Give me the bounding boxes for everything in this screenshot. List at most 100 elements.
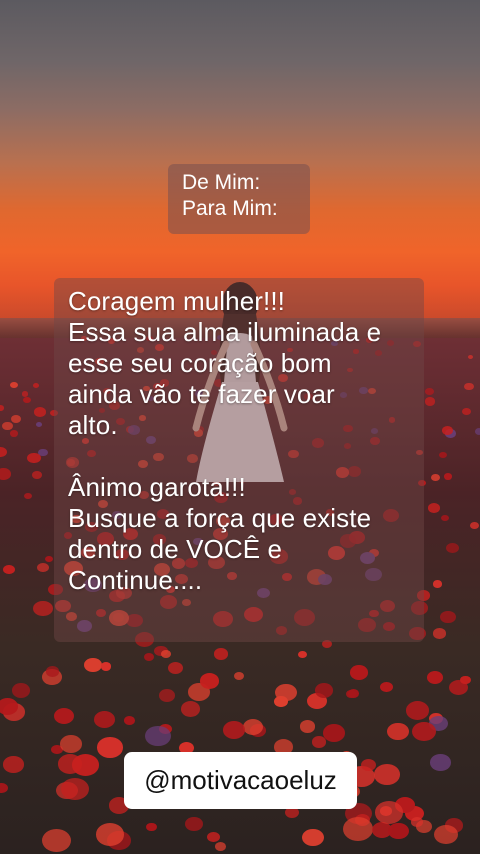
message-line: Coragem mulher!!! [68, 286, 285, 316]
poppy-flower [0, 782, 8, 794]
poppy-flower [439, 451, 447, 458]
poppy-flower [350, 665, 369, 680]
poppy-flower [59, 735, 83, 754]
header-note: De Mim: Para Mim: [168, 164, 310, 234]
poppy-flower [440, 514, 449, 521]
poppy-flower [374, 801, 404, 825]
poppy-flower [467, 354, 474, 360]
poppy-flower [431, 473, 440, 481]
poppy-flower [32, 600, 53, 617]
poppy-flower [146, 822, 157, 832]
poppy-flower [199, 673, 220, 689]
poppy-flower [23, 397, 32, 404]
poppy-flower [464, 382, 474, 391]
poppy-flower [97, 737, 123, 758]
poppy-flower [469, 521, 479, 529]
poppy-flower [460, 675, 471, 684]
header-note-line1: De Mim: [182, 171, 261, 194]
poppy-flower [0, 405, 4, 411]
poppy-flower [441, 425, 454, 435]
poppy-flower [215, 842, 227, 852]
poppy-flower [180, 701, 200, 717]
poppy-flower [462, 408, 472, 416]
poppy-flower [213, 648, 229, 660]
poppy-flower [53, 707, 75, 725]
poppy-flower [32, 383, 39, 389]
poppy-flower [41, 828, 71, 853]
poppy-flower [144, 725, 171, 747]
poppy-flower [360, 759, 377, 772]
poppy-flower [434, 825, 459, 845]
poppy-flower [37, 562, 50, 573]
message-line: esse seu coração bom [68, 348, 332, 378]
message-text: Coragem mulher!!! Essa sua alma iluminad… [68, 286, 428, 596]
poppy-flower [185, 816, 203, 831]
poppy-flower [275, 683, 298, 702]
poppy-flower [124, 715, 136, 725]
header-note-line2: Para Mim: [182, 197, 278, 220]
poppy-flower [0, 468, 11, 480]
poppy-flower [475, 428, 480, 435]
poppy-flower [443, 473, 453, 480]
poppy-flower [3, 564, 16, 575]
poppy-flower [27, 452, 41, 464]
poppy-flower [429, 753, 451, 771]
poppy-flower [387, 722, 409, 740]
message-line: Continue.... [68, 565, 203, 595]
message-line: alto. [68, 410, 118, 440]
poppy-flower [94, 710, 116, 728]
poppy-flower [2, 421, 14, 431]
poppy-flower [388, 822, 409, 840]
poppy-flower [143, 652, 155, 662]
poppy-flower [234, 672, 245, 681]
poppy-flower [428, 503, 441, 513]
poppy-flower [380, 681, 394, 693]
poppy-flower [167, 662, 184, 675]
poppy-flower [161, 650, 172, 659]
poppy-flower [71, 754, 99, 776]
poppy-flower [223, 720, 246, 739]
account-handle: @motivacaoeluz [124, 752, 357, 809]
poppy-flower [33, 407, 46, 417]
poppy-flower [440, 610, 456, 624]
poppy-flower [285, 807, 299, 819]
poppy-flower [100, 662, 111, 671]
poppy-flower [3, 756, 24, 773]
poppy-flower [159, 689, 175, 702]
poppy-flower [405, 701, 430, 720]
poppy-flower [61, 777, 89, 801]
poppy-flower [21, 391, 29, 397]
poppy-flower [11, 415, 22, 424]
message-line: Essa sua alma iluminada e [68, 317, 382, 347]
poppy-flower [44, 555, 54, 563]
poppy-flower [297, 650, 308, 659]
message-line: ainda vão te fazer voar [68, 379, 335, 409]
poppy-flower [302, 829, 324, 847]
message-line: Busque a força que existe [68, 503, 372, 533]
poppy-flower [10, 430, 19, 437]
poppy-flower [243, 718, 264, 735]
poppy-flower [323, 724, 346, 742]
poppy-flower [446, 543, 459, 554]
poppy-flower [348, 688, 359, 698]
poppy-flower [314, 683, 334, 698]
poppy-flower [206, 831, 220, 843]
poppy-flower [84, 657, 103, 673]
poppy-flower [24, 493, 32, 500]
poppy-flower [433, 628, 446, 639]
poppy-flower [426, 671, 444, 685]
message-line: dentro de VOCÊ e [68, 534, 283, 564]
message-line: Ânimo garota!!! [68, 472, 246, 502]
poppy-flower [343, 816, 374, 841]
poppy-flower [9, 381, 19, 389]
poppy-flower [299, 720, 315, 733]
poppy-flower [46, 666, 59, 677]
poppy-flower [0, 446, 8, 458]
poppy-flower [412, 722, 437, 742]
poppy-flower [32, 471, 42, 480]
poppy-flower [95, 823, 125, 847]
poppy-flower [311, 736, 326, 748]
poppy-flower [11, 683, 30, 698]
poppy-flower [36, 421, 43, 427]
